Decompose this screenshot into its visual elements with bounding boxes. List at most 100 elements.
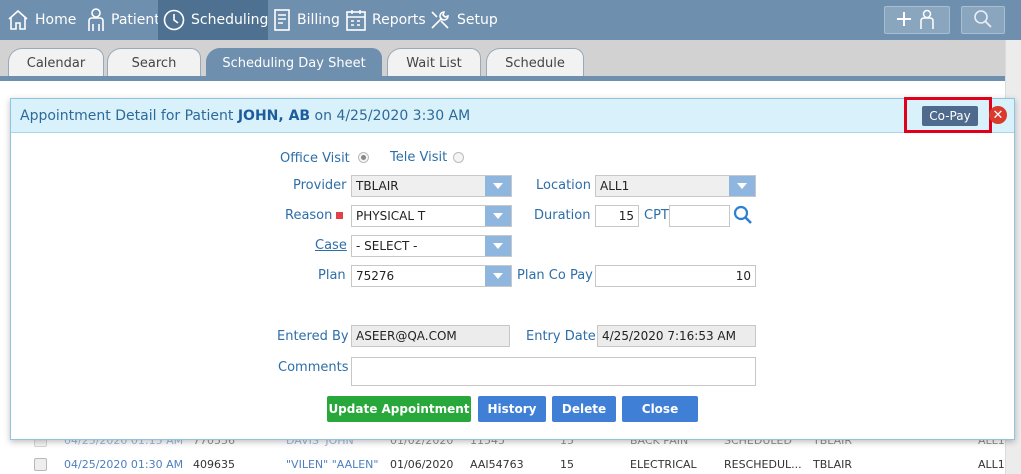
nav-reports[interactable]: Reports bbox=[341, 0, 430, 40]
dropdown-arrow-icon bbox=[485, 236, 511, 256]
row-duration: 15 bbox=[560, 458, 574, 471]
add-patient-button[interactable] bbox=[884, 6, 950, 34]
case-value: - SELECT - bbox=[356, 239, 418, 253]
search-icon bbox=[973, 9, 993, 32]
plan-copay-input[interactable]: 10 bbox=[595, 265, 756, 287]
tab-scheduling-day-sheet[interactable]: Scheduling Day Sheet bbox=[206, 48, 382, 78]
duration-value: 15 bbox=[618, 209, 634, 223]
top-nav: Home Patient Scheduling Billing Reports … bbox=[0, 0, 1021, 40]
case-select[interactable]: - SELECT - bbox=[351, 235, 512, 257]
tab-underline bbox=[0, 76, 1005, 81]
cpt-input[interactable] bbox=[669, 205, 730, 227]
tab-wait-list-label: Wait List bbox=[406, 56, 462, 71]
tab-search-label: Search bbox=[131, 56, 177, 71]
entered-by-label: Entered By bbox=[277, 329, 349, 344]
title-prefix: Appointment Detail for Patient bbox=[20, 108, 234, 124]
row-reason: ELECTRICAL bbox=[630, 458, 697, 471]
plan-copay-label: Plan Co Pay bbox=[517, 268, 593, 283]
tab-calendar-label: Calendar bbox=[26, 56, 86, 71]
nav-scheduling-label: Scheduling bbox=[191, 12, 269, 28]
provider-label: Provider bbox=[293, 178, 347, 193]
global-search-button[interactable] bbox=[961, 6, 1005, 34]
reason-label: Reason bbox=[285, 208, 333, 223]
tab-search[interactable]: Search bbox=[107, 48, 201, 78]
delete-button[interactable]: Delete bbox=[552, 396, 616, 422]
table-row[interactable]: 04/25/2020 01:30 AM 409635 "VILEN" "AALE… bbox=[0, 452, 1005, 474]
dialog-title: Appointment Detail for Patient JOHN, AB … bbox=[20, 108, 470, 124]
nav-scheduling[interactable]: Scheduling bbox=[158, 0, 268, 40]
patient-icon bbox=[86, 7, 106, 33]
location-select[interactable]: ALL1 bbox=[595, 175, 756, 197]
home-icon bbox=[6, 8, 30, 32]
row-status: RESCHEDUL... bbox=[724, 458, 802, 471]
dropdown-arrow-icon bbox=[485, 206, 511, 226]
dropdown-arrow-icon bbox=[485, 266, 511, 286]
appointment-detail-dialog: Appointment Detail for Patient JOHN, AB … bbox=[10, 97, 1015, 440]
tele-visit-label: Tele Visit bbox=[390, 150, 448, 165]
plan-copay-value: 10 bbox=[735, 269, 751, 283]
history-button[interactable]: History bbox=[478, 396, 546, 422]
reason-value: PHYSICAL T bbox=[356, 209, 426, 223]
update-appointment-button[interactable]: Update Appointment bbox=[327, 396, 471, 422]
entry-date-label: Entry Date bbox=[526, 329, 596, 344]
tele-visit-radio[interactable] bbox=[453, 152, 464, 163]
entry-date-value: 4/25/2020 7:16:53 AM bbox=[602, 329, 736, 343]
tools-icon bbox=[428, 8, 452, 32]
case-link[interactable]: Case bbox=[315, 238, 347, 253]
calendar-icon bbox=[345, 8, 367, 32]
row-id: 409635 bbox=[193, 458, 235, 471]
provider-value: TBLAIR bbox=[356, 179, 399, 193]
plan-label: Plan bbox=[318, 268, 346, 283]
entered-by-value: ASEER@QA.COM bbox=[356, 329, 457, 343]
row-account: AAI54763 bbox=[470, 458, 524, 471]
patient-name: JOHN, AB bbox=[237, 108, 311, 124]
row-datetime[interactable]: 04/25/2020 01:30 AM bbox=[64, 458, 183, 471]
reason-select[interactable]: PHYSICAL T bbox=[351, 205, 512, 227]
nav-home-label: Home bbox=[35, 12, 77, 28]
tab-schedule[interactable]: Schedule bbox=[486, 48, 584, 78]
appointment-datetime: 4/25/2020 3:30 AM bbox=[336, 108, 471, 124]
dropdown-arrow-icon bbox=[729, 176, 755, 196]
nav-setup[interactable]: Setup bbox=[424, 0, 502, 40]
nav-reports-label: Reports bbox=[372, 12, 426, 28]
duration-label: Duration bbox=[534, 208, 591, 223]
comments-textarea[interactable] bbox=[351, 357, 756, 386]
clock-icon bbox=[162, 8, 186, 32]
dialog-header: Appointment Detail for Patient JOHN, AB … bbox=[11, 97, 1014, 133]
tab-scheduling-day-sheet-label: Scheduling Day Sheet bbox=[222, 56, 366, 71]
row-provider: TBLAIR bbox=[813, 458, 853, 471]
plan-value: 75276 bbox=[356, 269, 395, 283]
comments-label: Comments bbox=[278, 360, 349, 375]
nav-patient-label: Patient bbox=[111, 12, 160, 28]
nav-home[interactable]: Home bbox=[2, 0, 80, 40]
copay-highlight-box bbox=[904, 97, 992, 133]
tab-schedule-label: Schedule bbox=[505, 56, 565, 71]
dropdown-arrow-icon bbox=[485, 176, 511, 196]
close-icon[interactable]: ✕ bbox=[989, 106, 1007, 124]
location-label: Location bbox=[536, 178, 591, 193]
tab-calendar[interactable]: Calendar bbox=[8, 48, 104, 78]
close-button[interactable]: Close bbox=[622, 396, 698, 422]
cpt-label: CPT bbox=[644, 208, 669, 223]
title-on: on bbox=[314, 108, 332, 124]
add-patient-icon bbox=[893, 7, 941, 34]
row-dob: 01/06/2020 bbox=[390, 458, 454, 471]
tab-wait-list[interactable]: Wait List bbox=[387, 48, 481, 78]
cpt-search-icon[interactable] bbox=[733, 205, 753, 228]
nav-billing-label: Billing bbox=[297, 12, 340, 28]
billing-icon bbox=[272, 8, 292, 32]
entry-date-field: 4/25/2020 7:16:53 AM bbox=[597, 325, 756, 347]
row-location: ALL1 bbox=[978, 458, 1005, 471]
required-indicator bbox=[336, 212, 343, 219]
office-visit-radio[interactable] bbox=[358, 152, 369, 163]
nav-patient[interactable]: Patient bbox=[82, 0, 164, 40]
duration-input[interactable]: 15 bbox=[595, 205, 639, 227]
nav-billing[interactable]: Billing bbox=[268, 0, 344, 40]
row-checkbox[interactable] bbox=[34, 458, 47, 471]
provider-select[interactable]: TBLAIR bbox=[351, 175, 512, 197]
row-patient-name[interactable]: "VILEN" "AALEN" bbox=[286, 458, 378, 471]
location-value: ALL1 bbox=[600, 179, 630, 193]
plan-select[interactable]: 75276 bbox=[351, 265, 512, 287]
entered-by-field: ASEER@QA.COM bbox=[351, 325, 510, 347]
office-visit-label: Office Visit bbox=[280, 151, 350, 166]
